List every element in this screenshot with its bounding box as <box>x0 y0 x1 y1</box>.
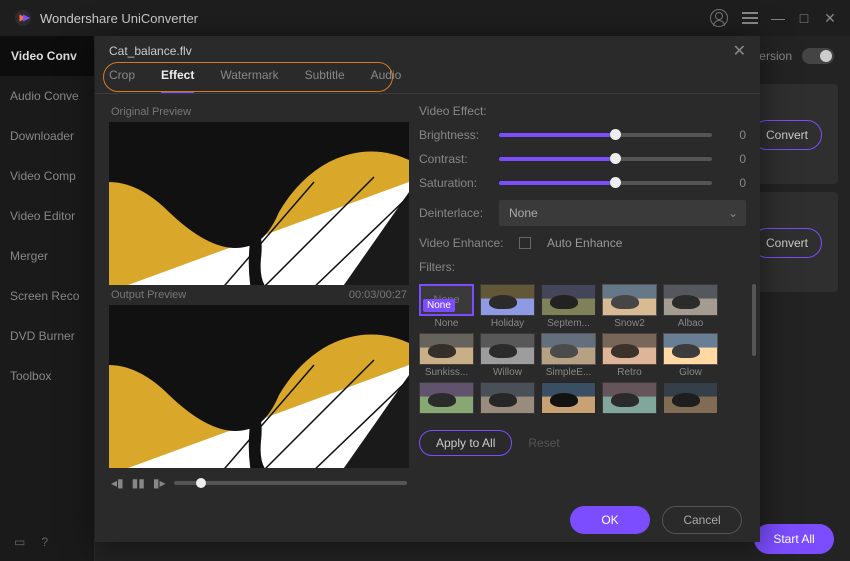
saturation-value: 0 <box>722 176 746 190</box>
sidebar-item-2[interactable]: Downloader <box>0 116 94 156</box>
filter-Septem...[interactable]: Septem... <box>541 284 596 329</box>
filter-14[interactable] <box>663 382 718 416</box>
filter-label: Retro <box>617 367 641 378</box>
output-preview-label: Output Preview <box>111 289 186 301</box>
sidebar-item-1[interactable]: Audio Conve <box>0 76 94 116</box>
sidebar-item-7[interactable]: DVD Burner <box>0 316 94 356</box>
cancel-button[interactable]: Cancel <box>662 506 742 534</box>
preview-time: 00:03/00:27 <box>349 289 407 301</box>
convert-button-2[interactable]: Convert <box>752 228 822 258</box>
chevron-down-icon: ⌄ <box>728 206 738 220</box>
sidebar-item-0[interactable]: Video Conv <box>0 36 94 76</box>
filter-Snow2[interactable]: Snow2 <box>602 284 657 329</box>
filter-10[interactable] <box>419 382 474 416</box>
tab-subtitle[interactable]: Subtitle <box>305 68 345 93</box>
filter-11[interactable] <box>480 382 535 416</box>
ok-button[interactable]: OK <box>570 506 650 534</box>
reset-button[interactable]: Reset <box>528 436 559 450</box>
modal-tabs: Crop Effect Watermark Subtitle Audio <box>95 66 760 94</box>
filters-scroll[interactable]: NoneNoneNone Holiday Septem... Snow2 Albao Su… <box>419 284 746 416</box>
filter-Retro[interactable]: Retro <box>602 333 657 378</box>
modal-filename: Cat_balance.flv <box>109 44 192 58</box>
contrast-value: 0 <box>722 152 746 166</box>
tab-effect[interactable]: Effect <box>161 68 194 93</box>
tab-audio[interactable]: Audio <box>371 68 402 93</box>
convert-button-1[interactable]: Convert <box>752 120 822 150</box>
app-title: Wondershare UniConverter <box>40 11 198 26</box>
filter-label: Glow <box>679 367 702 378</box>
conversion-toggle[interactable] <box>802 48 834 64</box>
menu-icon[interactable] <box>742 12 758 24</box>
prev-frame-button[interactable]: ◂▮ <box>111 476 124 490</box>
filter-label: Willow <box>493 367 522 378</box>
filter-label: None <box>435 318 459 329</box>
brightness-label: Brightness: <box>419 128 489 142</box>
filter-label: Snow2 <box>614 318 645 329</box>
effect-modal: Cat_balance.flv ✕ Crop Effect Watermark Sub… <box>95 36 760 542</box>
tab-crop[interactable]: Crop <box>109 68 135 93</box>
help-question-icon[interactable]: ? <box>41 535 48 549</box>
tab-watermark[interactable]: Watermark <box>220 68 278 93</box>
filter-SimpleE...[interactable]: SimpleE... <box>541 333 596 378</box>
brightness-value: 0 <box>722 128 746 142</box>
sidebar-item-6[interactable]: Screen Reco <box>0 276 94 316</box>
sidebar-item-8[interactable]: Toolbox <box>0 356 94 396</box>
filter-Sunkiss...[interactable]: Sunkiss... <box>419 333 474 378</box>
account-icon[interactable] <box>710 9 728 27</box>
sidebar-item-3[interactable]: Video Comp <box>0 156 94 196</box>
contrast-slider[interactable] <box>499 157 712 161</box>
filter-Glow[interactable]: Glow <box>663 333 718 378</box>
sidebar: Video ConvAudio ConveDownloaderVideo Com… <box>0 36 95 561</box>
filter-label: Septem... <box>547 318 590 329</box>
filter-None[interactable]: NoneNoneNone <box>419 284 474 329</box>
maximize-button[interactable]: □ <box>798 12 810 24</box>
next-frame-button[interactable]: ▮▸ <box>153 476 166 490</box>
filter-Holiday[interactable]: Holiday <box>480 284 535 329</box>
filter-12[interactable] <box>541 382 596 416</box>
titlebar: Wondershare UniConverter — □ ✕ <box>0 0 850 36</box>
modal-close-icon[interactable]: ✕ <box>733 41 746 61</box>
original-preview-label: Original Preview <box>111 106 191 118</box>
deinterlace-select[interactable]: None ⌄ <box>499 200 746 226</box>
brightness-slider[interactable] <box>499 133 712 137</box>
pause-button[interactable]: ▮▮ <box>132 476 145 490</box>
filter-label: SimpleE... <box>546 367 592 378</box>
filter-Willow[interactable]: Willow <box>480 333 535 378</box>
auto-enhance-label: Auto Enhance <box>547 236 622 250</box>
filters-header: Filters: <box>419 260 746 274</box>
sidebar-item-4[interactable]: Video Editor <box>0 196 94 236</box>
saturation-label: Saturation: <box>419 176 489 190</box>
help-book-icon[interactable]: ▭ <box>14 535 25 549</box>
filter-label: Sunkiss... <box>425 367 468 378</box>
playback-bar: ◂▮ ▮▮ ▮▸ <box>109 468 409 498</box>
saturation-slider[interactable] <box>499 181 712 185</box>
contrast-label: Contrast: <box>419 152 489 166</box>
seek-slider[interactable] <box>174 481 408 485</box>
minimize-button[interactable]: — <box>772 12 784 24</box>
deinterlace-label: Deinterlace: <box>419 206 489 220</box>
close-button[interactable]: ✕ <box>824 12 836 24</box>
filter-label: Holiday <box>491 318 524 329</box>
auto-enhance-checkbox[interactable] <box>519 237 531 249</box>
video-enhance-label: Video Enhance: <box>419 236 509 250</box>
app-logo-icon <box>14 9 32 27</box>
filter-Albao[interactable]: Albao <box>663 284 718 329</box>
filter-label: Albao <box>678 318 704 329</box>
deinterlace-value: None <box>509 206 538 220</box>
start-all-button[interactable]: Start All <box>754 524 834 554</box>
filter-13[interactable] <box>602 382 657 416</box>
original-preview <box>109 122 409 285</box>
video-effect-header: Video Effect: <box>419 104 746 118</box>
output-preview <box>109 305 409 468</box>
sidebar-item-5[interactable]: Merger <box>0 236 94 276</box>
apply-to-all-button[interactable]: Apply to All <box>419 430 512 456</box>
